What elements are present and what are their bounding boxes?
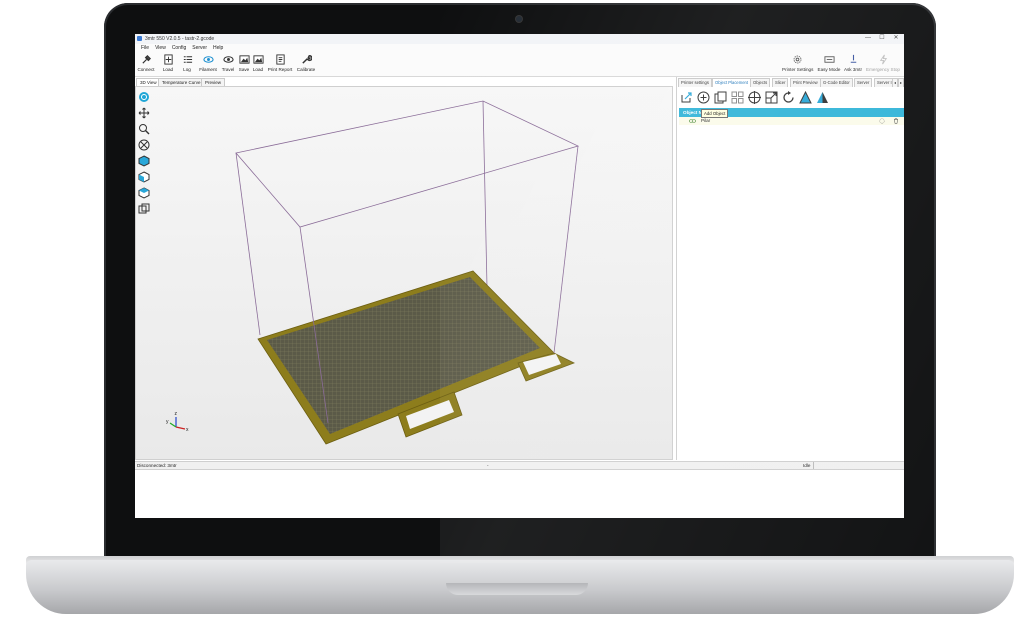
connect-plug-icon <box>141 54 151 64</box>
axis-indicator: z x y <box>166 411 189 433</box>
minimize-button[interactable]: — <box>861 35 875 42</box>
placement-toolbar <box>677 89 904 107</box>
tab-gcode-editor[interactable]: G-Code Editor <box>820 78 853 87</box>
travel-toggle[interactable]: Travel <box>221 54 235 72</box>
rotate-icon[interactable] <box>782 91 795 104</box>
cut-icon[interactable] <box>816 91 829 104</box>
status-middle: - <box>487 463 489 468</box>
travel-eye-icon <box>222 56 234 63</box>
log-button[interactable]: Log <box>181 54 193 72</box>
scale-icon[interactable] <box>765 91 778 104</box>
add-object-icon[interactable] <box>697 91 710 104</box>
load-file-icon <box>163 54 173 65</box>
export-icon[interactable] <box>680 91 693 104</box>
ask-button[interactable]: Ask 3mtr <box>843 54 863 72</box>
close-button[interactable]: ✕ <box>889 35 903 42</box>
connection-status: Disconnected: 3mtr <box>137 463 177 468</box>
log-area[interactable] <box>135 470 904 518</box>
build-volume-scene: z x y <box>166 100 580 445</box>
copy-icon[interactable] <box>714 91 727 104</box>
print-report-button[interactable]: Print Report <box>267 54 293 72</box>
menu-server[interactable]: Server <box>192 44 207 52</box>
gear-icon <box>793 55 801 64</box>
lightning-icon <box>879 54 887 65</box>
load-view-button[interactable]: Load <box>252 54 264 72</box>
object-panel: Printer settings Object Placement Object… <box>676 77 904 460</box>
keyboard-icon <box>823 56 835 63</box>
menu-help[interactable]: Help <box>213 44 223 52</box>
tab-server[interactable]: Server <box>854 78 873 87</box>
save-image-icon <box>238 55 250 64</box>
filament-toggle[interactable]: Filament <box>198 54 218 72</box>
connect-button[interactable]: Connect <box>137 54 155 72</box>
easy-mode-button[interactable]: Easy Mode <box>817 54 841 72</box>
menu-bar: File View Config Server Help <box>135 44 904 52</box>
object-name: Pilar <box>701 118 711 123</box>
3d-viewport[interactable]: z x y <box>135 86 673 460</box>
object-row[interactable]: Pilar <box>679 117 904 125</box>
wrench-icon <box>301 55 312 64</box>
tab-slicer[interactable]: Slicer <box>772 78 789 87</box>
log-list-icon <box>183 56 192 63</box>
status-divider <box>813 462 814 469</box>
axis-z-label: z <box>175 411 178 417</box>
main-toolbar: Connect Load Log Filament Travel Save Lo… <box>135 52 904 77</box>
printer-state: Idle <box>803 463 811 468</box>
load-button[interactable]: Load <box>161 54 175 72</box>
autoposition-icon[interactable] <box>731 91 744 104</box>
print-report-icon <box>275 54 285 65</box>
add-object-tooltip: Add Object <box>701 109 729 118</box>
menu-config[interactable]: Config <box>172 44 186 52</box>
visibility-eye-icon[interactable] <box>689 118 696 124</box>
object-settings-icon[interactable] <box>879 118 885 124</box>
tab-objects[interactable]: Objects <box>750 78 771 87</box>
menu-view[interactable]: View <box>155 44 166 52</box>
view-panel: 3D View Temperature Curve Preview z x y <box>135 77 674 460</box>
app-icon <box>137 36 142 41</box>
question-icon <box>850 54 856 63</box>
status-bar: Disconnected: 3mtr - Idle <box>135 461 904 470</box>
tab-scroll-right[interactable]: ▸ <box>898 78 904 87</box>
window-title: 3mtr 550 V2.0.5 - tastr-2.gcode <box>145 36 215 42</box>
print-bed <box>257 270 575 445</box>
save-button[interactable]: Save <box>238 54 250 72</box>
camera-icon <box>516 16 522 22</box>
app-window: 3mtr 550 V2.0.5 - tastr-2.gcode — ☐ ✕ Fi… <box>135 34 904 518</box>
center-icon[interactable] <box>748 91 761 104</box>
maximize-button[interactable]: ☐ <box>875 35 889 42</box>
trash-icon[interactable] <box>893 118 899 124</box>
load-image-icon <box>252 55 264 64</box>
lid-open-notch <box>446 583 588 595</box>
printer-settings-button[interactable]: Printer Settings <box>782 54 813 72</box>
mirror-icon[interactable] <box>799 91 812 104</box>
menu-file[interactable]: File <box>141 44 149 52</box>
laptop-mockup: 3mtr 550 V2.0.5 - tastr-2.gcode — ☐ ✕ Fi… <box>0 0 1034 626</box>
axis-y-label: y <box>166 419 169 425</box>
tab-print-preview[interactable]: Print Preview <box>790 78 821 87</box>
calibrate-button[interactable]: Calibrate <box>295 54 317 72</box>
emergency-stop-button[interactable]: Emergency Stop <box>866 54 900 72</box>
tab-object-placement[interactable]: Object Placement <box>712 78 752 87</box>
filament-eye-icon <box>202 56 214 63</box>
axis-x-label: x <box>186 427 189 433</box>
tab-printer-settings[interactable]: Printer settings <box>678 78 712 87</box>
